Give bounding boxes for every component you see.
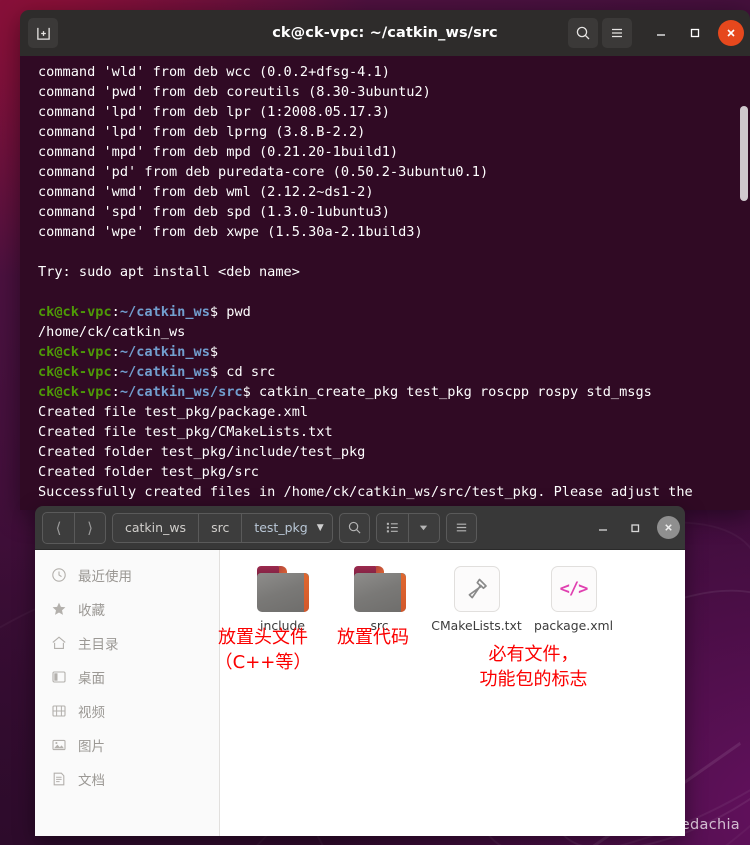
annotation-src: 放置代码 (337, 627, 409, 648)
file-manager-menu-icon[interactable] (445, 512, 477, 543)
terminal-output-area[interactable]: command 'wld' from deb wcc (0.0.2+dfsg-4… (20, 56, 750, 510)
file-manager-body: 最近使用 收藏 主目录 桌面 视频 图片 文档 include src CMak… (35, 550, 685, 836)
file-manager-close-button[interactable] (657, 516, 680, 539)
terminal-scrollbar[interactable] (740, 106, 748, 201)
folder-icon (256, 566, 309, 612)
film-icon (50, 703, 67, 720)
breadcrumb-label: src (211, 520, 230, 535)
file-item-include[interactable]: include (234, 566, 331, 633)
terminal-titlebar[interactable]: ck@ck-vpc: ~/catkin_ws/src (20, 10, 750, 56)
list-view-icon[interactable] (377, 514, 408, 542)
sidebar-item-desktop[interactable]: 桌面 (35, 660, 219, 694)
sidebar-item-pictures[interactable]: 图片 (35, 728, 219, 762)
annotation-required-files: 必有文件， 功能包的标志 (479, 644, 588, 690)
sidebar-item-documents[interactable]: 文档 (35, 762, 219, 796)
file-search-icon[interactable] (338, 512, 370, 543)
terminal-window: ck@ck-vpc: ~/catkin_ws/src command 'wld'… (20, 10, 750, 510)
folder-icon (353, 566, 406, 612)
terminal-close-button[interactable] (718, 20, 744, 46)
chevron-down-icon: ▼ (316, 522, 324, 533)
sidebar-label: 视频 (78, 705, 105, 721)
breadcrumb: catkin_ws src test_pkg ▼ (112, 512, 333, 543)
breadcrumb-item-test_pkg[interactable]: test_pkg ▼ (241, 513, 331, 542)
sidebar-label: 最近使用 (78, 569, 132, 585)
view-mode-control (375, 512, 440, 543)
file-item-packagexml[interactable]: </> package.xml (525, 566, 622, 633)
terminal-minimize-button[interactable] (646, 18, 676, 48)
file-item-cmakelists[interactable]: CMakeLists.txt (428, 566, 525, 633)
file-label: CMakeLists.txt (431, 618, 522, 633)
annotation-include: 放置头文件 （C++等） (214, 627, 312, 673)
xml-code-icon: </> (550, 566, 597, 612)
navigation-buttons: ⟨ ⟩ (42, 511, 106, 544)
terminal-text: command 'wld' from deb wcc (0.0.2+dfsg-4… (20, 62, 750, 510)
sidebar-item-videos[interactable]: 视频 (35, 694, 219, 728)
file-label: package.xml (533, 618, 614, 633)
sidebar-label: 文档 (78, 773, 105, 789)
back-arrow-icon[interactable]: ⟨ (43, 513, 74, 543)
file-manager-headerbar: ⟨ ⟩ catkin_ws src test_pkg ▼ (35, 506, 685, 550)
file-item-src[interactable]: src (331, 566, 428, 633)
sidebar-label: 主目录 (78, 637, 119, 653)
hamburger-menu-icon[interactable] (602, 18, 632, 48)
star-icon (50, 601, 67, 618)
file-manager-minimize-button[interactable] (588, 513, 618, 543)
sidebar-label: 桌面 (78, 671, 105, 687)
file-manager-sidebar: 最近使用 收藏 主目录 桌面 视频 图片 文档 (35, 550, 220, 836)
clock-icon (50, 567, 67, 584)
watermark: CSDN @takedachia (595, 817, 740, 833)
home-icon (50, 635, 67, 652)
desktop-icon (50, 669, 67, 686)
breadcrumb-label: catkin_ws (125, 520, 187, 535)
breadcrumb-label: test_pkg (254, 520, 308, 535)
cmake-hammer-icon (453, 566, 500, 612)
forward-arrow-icon[interactable]: ⟩ (74, 512, 105, 543)
sidebar-item-starred[interactable]: 收藏 (35, 592, 219, 626)
sidebar-label: 收藏 (78, 603, 105, 619)
breadcrumb-item-src[interactable]: src (198, 513, 241, 542)
image-icon (50, 737, 67, 754)
sidebar-label: 图片 (78, 739, 105, 755)
desktop-wallpaper: ck@ck-vpc: ~/catkin_ws/src command 'wld'… (0, 0, 750, 845)
breadcrumb-item-catkin_ws[interactable]: catkin_ws (113, 514, 198, 542)
file-manager-content[interactable]: include src CMakeLists.txt </> package.x… (220, 550, 685, 836)
new-tab-icon[interactable] (28, 18, 58, 48)
file-manager-maximize-button[interactable] (620, 513, 650, 543)
terminal-maximize-button[interactable] (680, 18, 710, 48)
search-icon[interactable] (568, 18, 598, 48)
view-options-chevron-down-icon[interactable] (407, 513, 439, 542)
sidebar-item-home[interactable]: 主目录 (35, 626, 219, 660)
sidebar-item-recent[interactable]: 最近使用 (35, 558, 219, 592)
file-icon-grid: include src CMakeLists.txt </> package.x… (220, 566, 685, 633)
document-icon (50, 771, 67, 788)
